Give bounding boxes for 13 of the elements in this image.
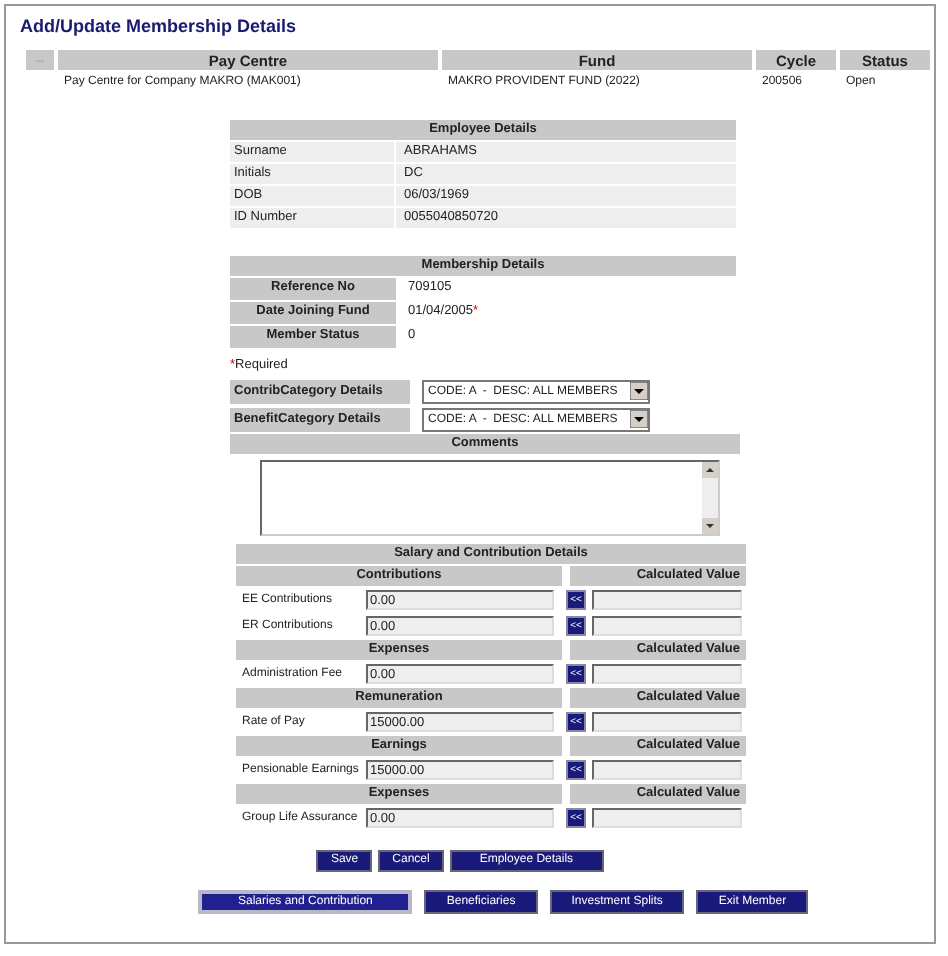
comments-field[interactable] (260, 460, 720, 536)
calculated-value-field[interactable] (592, 711, 742, 731)
calculated-value-field[interactable] (592, 807, 742, 827)
dropdown-arrow-icon[interactable] (630, 382, 648, 400)
calculated-value-field[interactable] (592, 759, 742, 779)
scrollbar[interactable] (702, 462, 718, 534)
calculated-value-field[interactable] (592, 663, 742, 683)
scroll-up-icon[interactable] (702, 462, 718, 478)
calculated-value-field[interactable] (592, 589, 742, 609)
page-title: Add/Update Membership Details (18, 14, 299, 40)
scroll-down-icon[interactable] (702, 518, 718, 534)
dropdown-arrow-icon[interactable] (630, 410, 648, 428)
calculated-value-field[interactable] (592, 615, 742, 635)
